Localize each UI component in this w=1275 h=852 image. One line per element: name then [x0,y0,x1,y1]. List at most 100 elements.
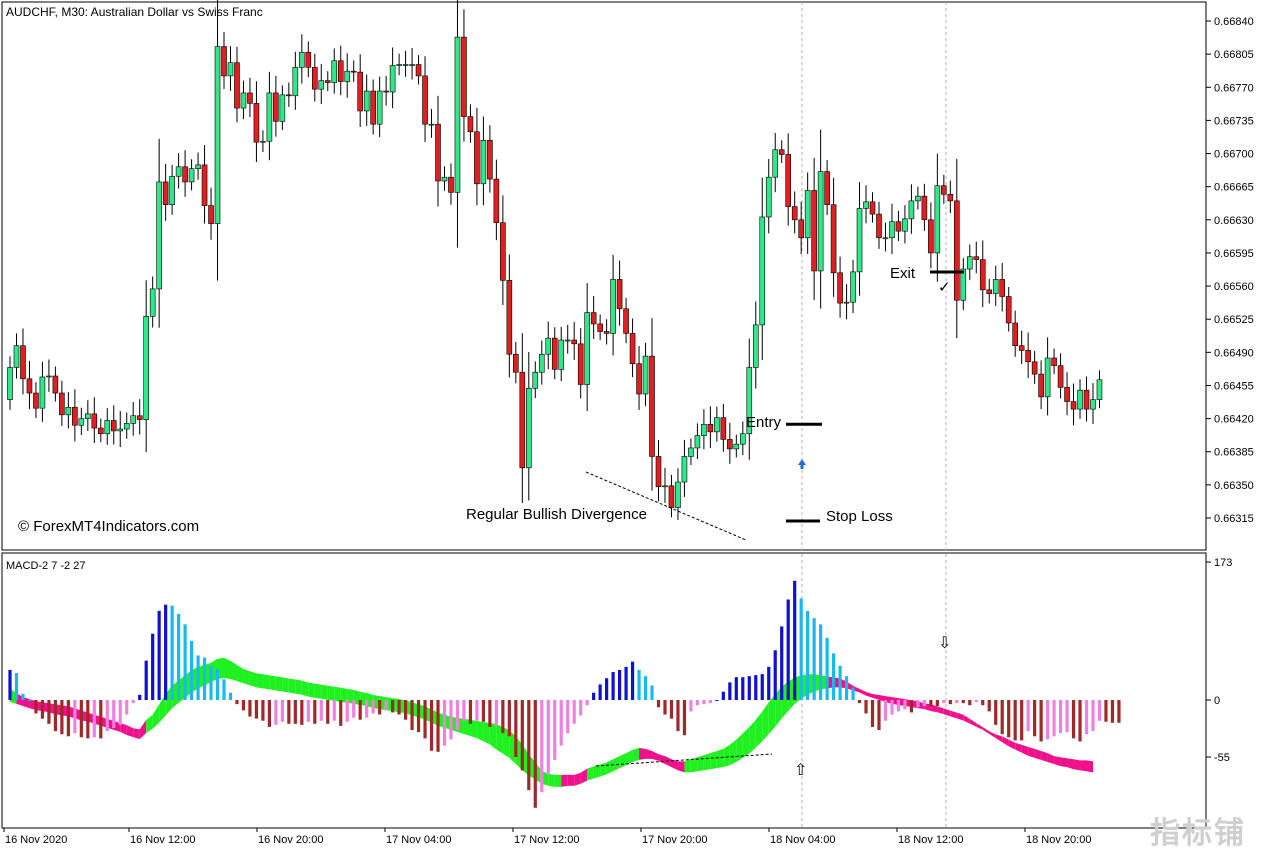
buy-arrow-stem [800,464,804,469]
macd-cloud-bull [224,657,231,680]
price-tick-label: 0.66840 [1214,16,1254,28]
bull-candle [545,337,552,355]
exit-check-icon: ✓ [938,279,951,296]
bull-candle [175,166,182,177]
macd-histogram-bar [183,624,187,700]
macd-histogram-bar [1039,700,1043,742]
macd-histogram-bar [1026,700,1030,732]
bear-candle [448,176,454,193]
bull-candle [558,339,565,370]
macd-histogram-bar [1052,700,1056,737]
macd-histogram-bar [215,668,220,700]
bear-candle [500,222,506,281]
bear-candle [649,355,655,457]
macd-histogram-bar [241,700,246,711]
macd-histogram-bar [339,700,343,726]
macd-histogram-bar [747,676,751,700]
macd-cloud-bull [275,676,283,692]
macd-histogram-bar [1033,700,1037,737]
macd-histogram-bar [332,700,336,721]
bear-candle [519,371,526,469]
bull-candle [694,435,701,449]
macd-cloud-bull [269,675,276,691]
bear-candle [720,417,727,440]
macd-histogram-bar [955,700,959,704]
price-tick-label: 0.66595 [1214,248,1254,260]
bull-candle [78,418,85,426]
macd-histogram-bar [760,674,764,700]
bear-candle [467,116,474,133]
bull-candle [441,176,448,182]
bear-candle [234,62,240,109]
macd-histogram-bar [630,661,635,700]
bear-candle [487,139,493,180]
price-tick-label: 0.66665 [1214,182,1254,194]
bear-candle [59,392,65,416]
macd-histogram-bar [157,610,161,700]
time-tick-label: 16 Nov 2020 [5,834,67,846]
bear-candle [979,259,986,291]
macd-histogram-bar [436,700,440,752]
bear-candle [286,94,292,97]
macd-histogram-bar [423,700,427,739]
bull-candle [681,456,688,483]
bull-candle [843,301,850,304]
macd-histogram-bar [896,700,901,712]
bear-candle [577,343,584,385]
macd-cloud-bear [1073,759,1081,771]
macd-histogram-bar [1020,700,1024,741]
bull-candle [675,481,681,508]
macd-histogram-bar [514,700,518,757]
macd-histogram-bar [994,700,998,725]
bear-candle [52,375,59,394]
stop-loss-label: Stop Loss [826,508,893,525]
macd-histogram-bar [702,700,706,705]
macd-histogram-bar [429,700,434,751]
macd-histogram-bar [903,700,907,710]
macd-histogram-bar [125,700,129,715]
time-tick-label: 17 Nov 20:00 [642,834,707,846]
macd-histogram-bar [540,700,544,793]
bull-candle [662,485,668,488]
macd-histogram-bar [728,682,732,700]
bear-candle [370,90,376,125]
macd-histogram-bar [1110,700,1115,723]
macd-histogram-bar [488,700,492,727]
macd-histogram-bar [617,669,622,700]
bull-candle [1077,389,1083,410]
macd-histogram-bar [164,604,168,700]
macd-histogram-bar [235,700,239,705]
macd-histogram-bar [877,700,881,731]
bull-candle [104,420,111,435]
bull-candle [396,64,402,66]
chart-title: AUDCHF, M30: Australian Dollar vs Swiss … [6,5,263,19]
up-arrow-icon: ⇧ [794,762,807,779]
macd-histogram-bar [131,700,135,704]
macd-histogram-bar [222,679,226,700]
macd-histogram-bar [579,700,583,716]
macd-histogram-bar [793,580,797,700]
macd-histogram-bar [624,666,628,700]
macd-histogram-bar [922,700,926,707]
macd-histogram-bar [1013,700,1017,741]
macd-cloud-bull [256,673,263,689]
bear-candle [551,337,558,370]
down-arrow-icon: ⇩ [938,635,951,652]
bull-candle [331,60,338,83]
macd-histogram-bar [819,624,823,700]
bear-candle [785,154,792,207]
bear-candle [208,205,214,224]
bull-candle [188,168,195,183]
price-tick-label: 0.66735 [1214,115,1254,127]
bear-candle [655,456,662,488]
bull-candle [701,423,707,436]
bull-candle [240,92,247,109]
site-watermark: 指标铺 [1150,816,1246,851]
macd-histogram-bar [449,700,453,740]
bear-candle [435,123,441,182]
macd-histogram-bar [533,700,537,808]
macd-histogram-bar [384,700,388,711]
bull-candle [584,312,590,385]
bull-candle [915,195,921,202]
bull-candle [149,288,156,317]
